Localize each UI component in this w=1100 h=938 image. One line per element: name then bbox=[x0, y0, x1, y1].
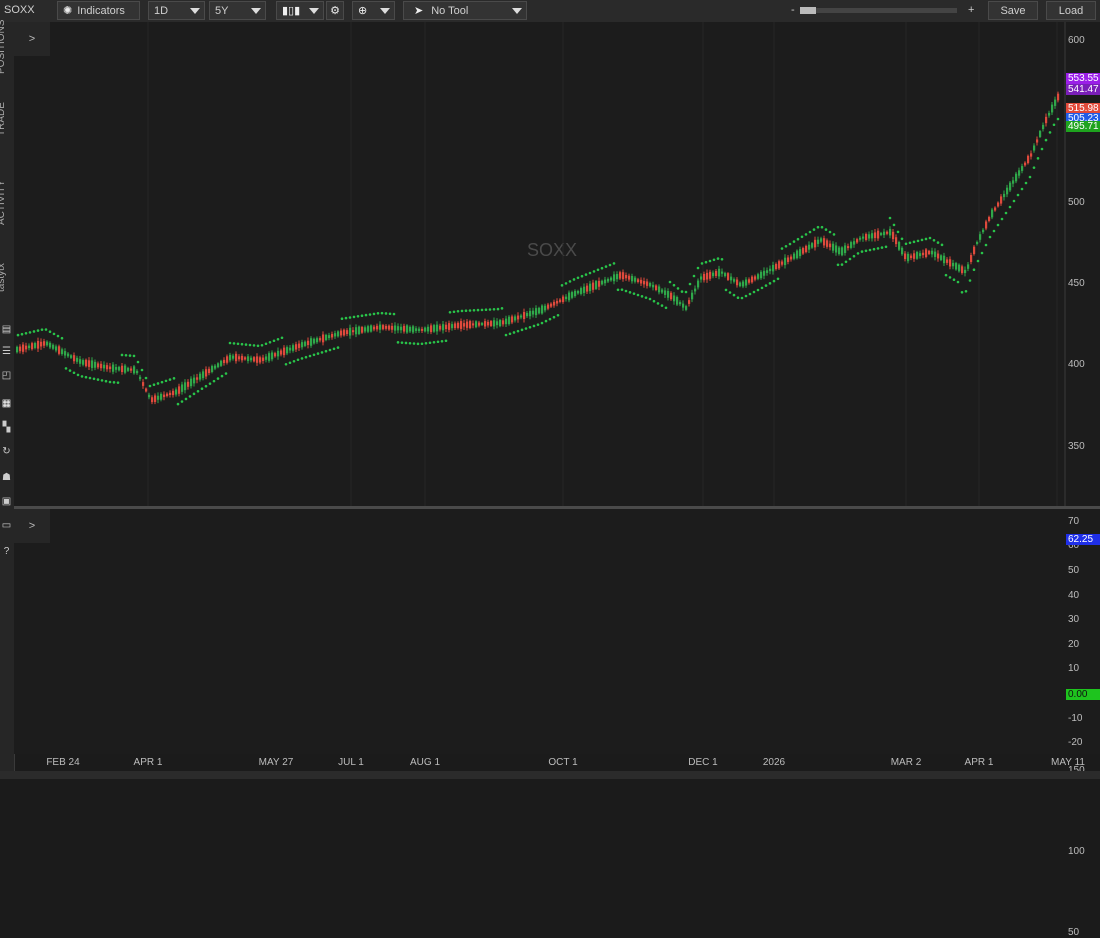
interval-select[interactable]: 1D bbox=[148, 1, 205, 20]
list-icon[interactable]: ☰ bbox=[1, 346, 12, 357]
drawing-tool-value: No Tool bbox=[431, 4, 469, 17]
expand-label: > bbox=[28, 520, 36, 532]
chevron-down-icon bbox=[190, 8, 200, 14]
interval-value: 1D bbox=[154, 4, 169, 17]
expand-button[interactable]: > bbox=[14, 22, 50, 56]
time-axis-label: MAY 11 bbox=[1051, 757, 1085, 768]
oscillator-axis-tick: 20 bbox=[1068, 638, 1080, 650]
candlestick-icon: ▮▯▮ bbox=[282, 5, 301, 17]
price-axis-tick: 450 bbox=[1068, 278, 1085, 290]
time-axis-label: 2026 bbox=[762, 757, 786, 768]
horizontal-scrollbar[interactable] bbox=[0, 771, 1100, 779]
zoom-slider-thumb[interactable] bbox=[800, 7, 816, 14]
chart-icon[interactable]: ▦ bbox=[1, 398, 12, 409]
symbol-watermark: SOXX bbox=[527, 240, 578, 260]
indicators-icon: ✺ bbox=[63, 5, 73, 17]
time-axis-label: OCT 1 bbox=[548, 757, 578, 768]
zoom-in-button[interactable]: + bbox=[968, 4, 974, 16]
oscillator-axis-tick: 40 bbox=[1068, 589, 1080, 601]
calendar-icon[interactable]: ▣ bbox=[1, 496, 12, 507]
time-axis-label: MAR 2 bbox=[890, 757, 922, 768]
load-button[interactable]: Load bbox=[1046, 1, 1096, 20]
price-axis-tick: 100 bbox=[1068, 846, 1085, 858]
oscillator-axis-tick: 70 bbox=[1068, 515, 1080, 527]
load-label: Load bbox=[1058, 4, 1084, 17]
price-tag: 553.55 bbox=[1066, 73, 1100, 84]
pointer-icon: ➤ bbox=[414, 5, 424, 17]
period-select[interactable]: 5Y bbox=[209, 1, 266, 20]
oscillator-value-tag: 62.25 bbox=[1066, 534, 1100, 545]
refresh-icon[interactable]: ↻ bbox=[1, 446, 12, 457]
oscillator-expand-button[interactable]: > bbox=[14, 509, 50, 543]
price-chart-pane[interactable]: > bbox=[14, 22, 1100, 506]
chevron-down-icon bbox=[512, 8, 522, 14]
price-axis-tick: 500 bbox=[1068, 197, 1085, 209]
gear-icon: ⚙ bbox=[330, 5, 340, 17]
price-axis-tick: 400 bbox=[1068, 359, 1085, 371]
price-axis-tick: 350 bbox=[1068, 440, 1085, 452]
crosshair-icon: ⊕ bbox=[358, 5, 368, 17]
chart-type-select[interactable]: ▮▯▮ bbox=[276, 1, 324, 20]
chevron-down-icon bbox=[380, 8, 390, 14]
time-axis-label: AUG 1 bbox=[409, 757, 441, 768]
chevron-down-icon bbox=[251, 8, 261, 14]
price-axis-tick: 600 bbox=[1068, 35, 1085, 46]
expand-label: > bbox=[28, 33, 36, 45]
indicators-button[interactable]: ✺ Indicators bbox=[57, 1, 140, 20]
window-icon[interactable]: ◰ bbox=[1, 370, 12, 381]
time-axis-label: APR 1 bbox=[133, 757, 163, 768]
oscillator-axis-tick: 50 bbox=[1068, 565, 1080, 576]
oscillator-pane[interactable]: > bbox=[14, 509, 1100, 754]
price-axis-tick: 50 bbox=[1068, 927, 1080, 938]
oscillator-axis-tick: -10 bbox=[1068, 712, 1083, 724]
top-toolbar: SOXX ✺ Indicators 1D 5Y ▮▯▮ ⚙ ⊕ ➤ No Too… bbox=[0, 0, 1100, 23]
time-axis-label: JUL 1 bbox=[338, 757, 364, 768]
oscillator-axis-tick: 10 bbox=[1068, 663, 1080, 675]
drawing-tool-select[interactable]: ➤ No Tool bbox=[403, 1, 527, 20]
time-axis-label: APR 1 bbox=[964, 757, 994, 768]
chevron-down-icon bbox=[309, 8, 319, 14]
oscillator-axis-tick: -20 bbox=[1068, 737, 1083, 749]
time-axis-label: MAY 27 bbox=[258, 757, 294, 768]
note-icon[interactable]: ▭ bbox=[1, 520, 12, 531]
document-icon[interactable]: ▤ bbox=[1, 324, 12, 335]
crosshair-select[interactable]: ⊕ bbox=[352, 1, 395, 20]
help-icon[interactable]: ? bbox=[1, 546, 12, 557]
period-value: 5Y bbox=[215, 4, 229, 17]
grid-icon[interactable]: ▚ bbox=[1, 422, 12, 433]
zoom-out-button[interactable]: - bbox=[791, 4, 795, 16]
oscillator-axis-tick: 30 bbox=[1068, 614, 1080, 626]
indicators-label: Indicators bbox=[77, 4, 125, 17]
oscillator-zero-tag: 0.00 bbox=[1066, 689, 1100, 700]
time-axis-label: FEB 24 bbox=[46, 757, 80, 768]
price-tag: 541.47 bbox=[1066, 84, 1100, 95]
settings-button[interactable]: ⚙ bbox=[326, 1, 344, 20]
left-sidebar: POSITIONS TRADE ACTIVITY tastytx ▤ ☰ ◰ ▦… bbox=[0, 20, 15, 779]
save-button[interactable]: Save bbox=[988, 1, 1038, 20]
save-label: Save bbox=[1000, 4, 1026, 17]
price-tag: 495.71 bbox=[1066, 121, 1100, 132]
zoom-slider[interactable] bbox=[800, 7, 957, 14]
time-axis-label: DEC 1 bbox=[688, 757, 718, 768]
people-icon[interactable]: ☗ bbox=[1, 472, 12, 483]
